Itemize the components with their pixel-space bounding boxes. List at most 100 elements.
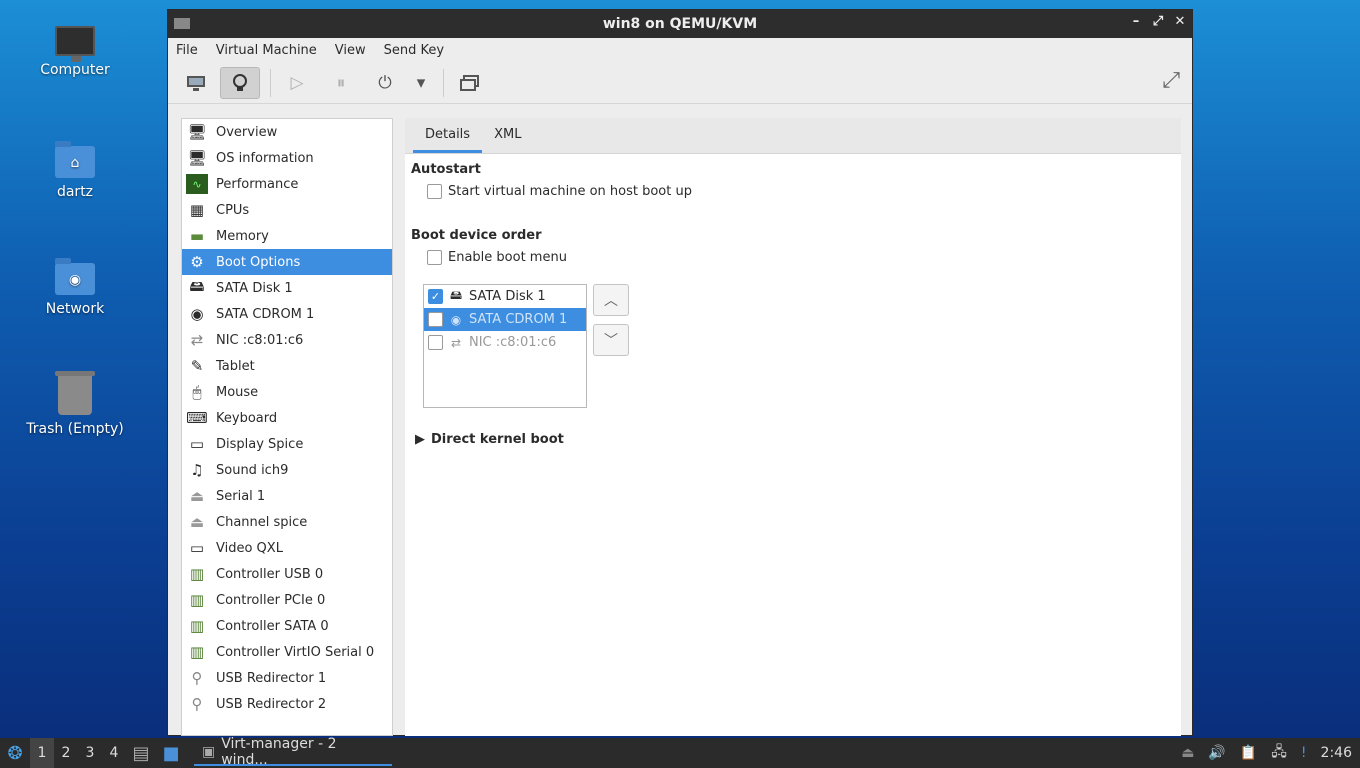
workspace-1[interactable]: 1 xyxy=(30,738,54,768)
boot-device-checkbox[interactable] xyxy=(428,335,443,350)
sidebar-item-boot-options[interactable]: ⚙ Boot Options xyxy=(182,249,392,275)
usb-icon: ⚲ xyxy=(191,669,203,687)
console-button[interactable] xyxy=(176,67,216,99)
lightbulb-icon xyxy=(233,73,247,91)
move-down-button[interactable]: ﹀ xyxy=(593,324,629,356)
controller-icon: ▥ xyxy=(189,565,205,583)
display-icon: ▭ xyxy=(189,435,205,453)
sidebar-item-memory[interactable]: ▬ Memory xyxy=(182,223,392,249)
autostart-checkbox-row[interactable]: Start virtual machine on host boot up xyxy=(427,184,692,199)
workspace-2[interactable]: 2 xyxy=(54,745,78,761)
boot-device-row[interactable]: ✓ 🖴 SATA Disk 1 xyxy=(424,285,586,308)
sidebar-item-display-spice[interactable]: ▭ Display Spice xyxy=(182,431,392,457)
file-manager-launcher[interactable]: ▤ xyxy=(126,738,156,768)
workspace-4[interactable]: 4 xyxy=(102,745,126,761)
usb-icon: ⚲ xyxy=(191,695,203,713)
sidebar-item-overview[interactable]: 🖥 Overview xyxy=(182,119,392,145)
volume-icon[interactable]: 🔊 xyxy=(1208,745,1225,761)
desktop-icon-computer[interactable]: Computer xyxy=(20,22,130,78)
details-button[interactable] xyxy=(220,66,260,99)
sidebar-item-sound[interactable]: ♫ Sound ich9 xyxy=(182,457,392,483)
menu-view[interactable]: View xyxy=(335,43,366,58)
maximize-button[interactable]: ⤢ xyxy=(1152,14,1164,29)
start-menu-button[interactable]: ❂ xyxy=(0,738,30,768)
autostart-checkbox[interactable] xyxy=(427,184,442,199)
minimize-button[interactable]: – xyxy=(1130,14,1142,29)
sidebar-item-keyboard[interactable]: ⌨ Keyboard xyxy=(182,405,392,431)
cdrom-icon: ◉ xyxy=(190,305,204,323)
menu-send-key[interactable]: Send Key xyxy=(384,43,444,58)
sidebar-item-usb-redirector-2[interactable]: ⚲ USB Redirector 2 xyxy=(182,691,392,717)
sidebar-item-mouse[interactable]: 🖱 Mouse xyxy=(182,379,392,405)
network-icon: ⇄ xyxy=(190,331,204,349)
boot-device-list: ✓ 🖴 SATA Disk 1 ◉ SATA CDROM 1 ⇄ NIC :c8… xyxy=(423,284,587,408)
shutdown-button[interactable]: ⏻ xyxy=(365,67,405,99)
menu-virtual-machine[interactable]: Virtual Machine xyxy=(216,43,317,58)
desktop-icon-network[interactable]: ◉ Network xyxy=(20,257,130,317)
sidebar-item-label: Overview xyxy=(216,124,278,140)
boot-menu-checkbox[interactable] xyxy=(427,250,442,265)
desktop-launcher[interactable]: ■ xyxy=(156,738,186,768)
move-up-button[interactable]: ︿ xyxy=(593,284,629,316)
clipboard-icon[interactable]: 📋 xyxy=(1240,745,1257,761)
sidebar-item-os-information[interactable]: 🖥 OS information xyxy=(182,145,392,171)
desktop-icon-home[interactable]: ⌂ dartz xyxy=(20,140,130,200)
sidebar-item-performance[interactable]: ∿ Performance xyxy=(182,171,392,197)
boot-device-checkbox[interactable]: ✓ xyxy=(428,289,443,304)
taskbar-app-virt-manager[interactable]: ▣ Virt-manager - 2 wind... xyxy=(194,736,392,768)
sidebar-item-channel-spice[interactable]: ⏏ Channel spice xyxy=(182,509,392,535)
window-titlebar[interactable]: win8 on QEMU/KVM – ⤢ ✕ xyxy=(168,10,1192,38)
chevron-down-icon: ﹀ xyxy=(604,333,618,349)
workspace-3[interactable]: 3 xyxy=(78,745,102,761)
clock[interactable]: 2:46 xyxy=(1321,745,1352,761)
sidebar-item-cpus[interactable]: ▦ CPUs xyxy=(182,197,392,223)
power-icon: ⏻ xyxy=(378,72,392,93)
sidebar-item-serial-1[interactable]: ⏏ Serial 1 xyxy=(182,483,392,509)
boot-order-heading: Boot device order xyxy=(411,228,542,243)
desktop-icon-trash[interactable]: Trash (Empty) xyxy=(20,371,130,437)
boot-device-checkbox[interactable] xyxy=(428,312,443,327)
direct-kernel-boot-expander[interactable]: ▶ Direct kernel boot xyxy=(415,432,564,447)
sidebar-item-nic[interactable]: ⇄ NIC :c8:01:c6 xyxy=(182,327,392,353)
sidebar-item-sata-cdrom-1[interactable]: ◉ SATA CDROM 1 xyxy=(182,301,392,327)
sidebar-item-usb-redirector-1[interactable]: ⚲ USB Redirector 1 xyxy=(182,665,392,691)
boot-menu-checkbox-row[interactable]: Enable boot menu xyxy=(427,250,567,265)
network-tray-icon[interactable]: 🖧 xyxy=(1271,741,1287,765)
sidebar-item-tablet[interactable]: ✎ Tablet xyxy=(182,353,392,379)
menu-file[interactable]: File xyxy=(176,43,198,58)
sidebar-item-label: Performance xyxy=(216,176,299,192)
boot-device-label: SATA CDROM 1 xyxy=(469,312,568,327)
tab-details[interactable]: Details xyxy=(413,118,483,153)
tab-xml[interactable]: XML xyxy=(482,118,533,153)
sidebar-item-sata-disk-1[interactable]: 🖴 SATA Disk 1 xyxy=(182,275,392,301)
sidebar-item-controller-usb-0[interactable]: ▥ Controller USB 0 xyxy=(182,561,392,587)
sidebar-item-label: Controller VirtIO Serial 0 xyxy=(216,644,375,660)
desktop-icon-label: dartz xyxy=(56,184,94,200)
sidebar-item-controller-pcie-0[interactable]: ▥ Controller PCIe 0 xyxy=(182,587,392,613)
boot-device-row[interactable]: ◉ SATA CDROM 1 xyxy=(424,308,586,331)
sidebar-item-video-qxl[interactable]: ▭ Video QXL xyxy=(182,535,392,561)
boot-device-label: NIC :c8:01:c6 xyxy=(469,335,557,350)
disk-icon: 🖴 xyxy=(189,276,205,295)
folder-icon: ▤ xyxy=(132,742,150,764)
sidebar-item-label: NIC :c8:01:c6 xyxy=(216,332,304,348)
pause-button[interactable]: ⏸ xyxy=(321,67,361,99)
details-panel: Details XML Autostart Start virtual mach… xyxy=(405,118,1181,736)
sidebar-item-controller-virtio-serial-0[interactable]: ▥ Controller VirtIO Serial 0 xyxy=(182,639,392,665)
monitor-icon xyxy=(187,75,205,91)
close-button[interactable]: ✕ xyxy=(1174,14,1186,29)
controller-icon: ▥ xyxy=(189,617,205,635)
eject-icon[interactable]: ⏏ xyxy=(1181,745,1194,761)
snapshots-button[interactable] xyxy=(450,67,490,99)
fullscreen-icon[interactable]: ⤢ xyxy=(1162,68,1180,93)
shutdown-menu-button[interactable]: ▾ xyxy=(409,67,433,99)
video-icon: ▭ xyxy=(189,539,205,557)
tablet-icon: ✎ xyxy=(190,357,204,375)
sidebar-item-controller-sata-0[interactable]: ▥ Controller SATA 0 xyxy=(182,613,392,639)
sidebar-item-label: Sound ich9 xyxy=(216,462,289,478)
notification-icon[interactable]: ! xyxy=(1301,745,1307,761)
taskbar-app-label: Virt-manager - 2 wind... xyxy=(221,736,337,768)
boot-device-row[interactable]: ⇄ NIC :c8:01:c6 xyxy=(424,331,586,354)
run-button[interactable]: ▷ xyxy=(277,67,317,99)
chevron-down-icon: ▾ xyxy=(416,72,426,93)
